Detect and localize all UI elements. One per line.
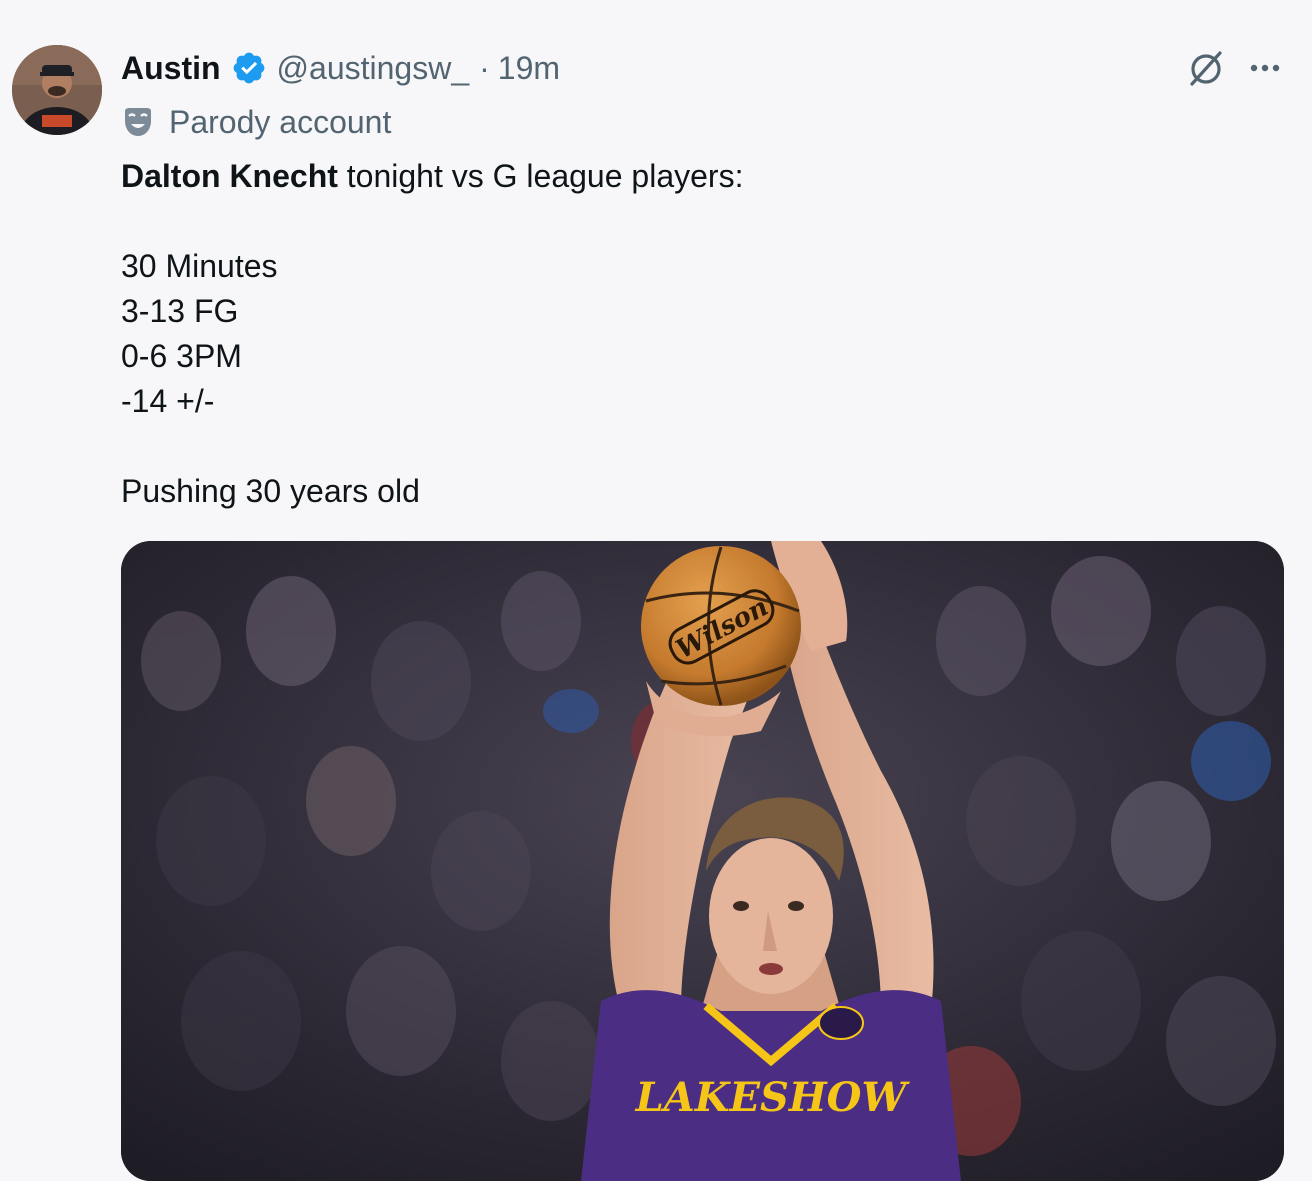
tweet-header: Austin @austingsw_ · 19m [121, 46, 560, 90]
stat-line: 3-13 FG [121, 293, 239, 329]
stat-line: 0-6 3PM [121, 338, 242, 374]
closing-line: Pushing 30 years old [121, 473, 420, 509]
verified-badge-icon[interactable] [231, 50, 267, 86]
tweet-photo[interactable]: Wilson LAKESHOW [121, 541, 1284, 1181]
player-name: Dalton Knecht [121, 158, 338, 194]
tweet-text: Dalton Knecht tonight vs G league player… [121, 154, 1281, 514]
tweet-card[interactable]: Austin @austingsw_ · 19m Parody account [0, 0, 1312, 1181]
avatar[interactable] [12, 45, 102, 135]
tweet-line-intro: Dalton Knecht tonight vs G league player… [121, 154, 1281, 199]
grok-icon[interactable] [1184, 48, 1228, 88]
meta-separator: · [479, 49, 490, 86]
parody-label: Parody account [121, 100, 391, 144]
timestamp[interactable]: 19m [498, 50, 560, 87]
author-name[interactable]: Austin [121, 50, 221, 87]
stat-line: -14 +/- [121, 383, 215, 419]
author-handle[interactable]: @austingsw_ [277, 50, 470, 87]
more-icon[interactable] [1244, 48, 1288, 88]
basketball: Wilson [641, 546, 801, 706]
intro-rest: tonight vs G league players: [337, 158, 744, 194]
stat-line: 30 Minutes [121, 248, 278, 284]
jersey-text: LAKESHOW [635, 1074, 911, 1121]
parody-mask-icon [121, 105, 155, 139]
parody-label-text: Parody account [169, 103, 392, 140]
